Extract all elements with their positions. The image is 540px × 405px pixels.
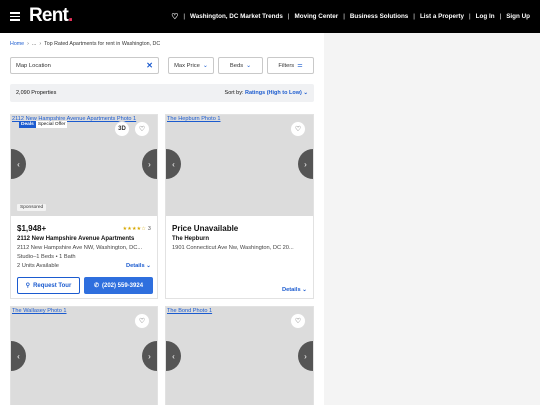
sort-dropdown[interactable]: Sort by: Ratings (High to Low) ⌄ [225,90,308,96]
request-tour-button[interactable]: ⚲ Request Tour [17,277,80,294]
nav-list-property[interactable]: List a Property [420,13,464,20]
breadcrumb-ellipsis[interactable]: ... [32,41,36,47]
clear-icon[interactable]: ✕ [146,61,153,70]
map-area[interactable] [324,33,540,405]
listing-name[interactable]: 2112 New Hampshire Avenue Apartments [17,236,134,242]
details-link[interactable]: Details ⌄ [282,287,307,293]
listing-photo[interactable]: The Hepburn Photo 1 ♡ ‹ › [166,115,313,216]
chevron-left-icon[interactable]: ‹ [11,341,26,371]
photo-alt-text: The Hepburn Photo 1 [167,116,221,122]
header-nav: ♡ | Washington, DC Market Trends | Movin… [171,12,530,21]
photo-alt-text: The Bond Photo 1 [167,308,213,314]
sponsored-badge: Sponsored [17,204,47,211]
map-location-search[interactable]: Map Location ✕ [10,57,159,74]
chevron-left-icon[interactable]: ‹ [11,149,26,179]
chevron-right-icon: › [27,41,29,47]
beds-baths: Studio–1 Beds • 1 Bath [17,254,76,260]
listing-address: 2112 New Hampshire Ave NW, Washington, D… [17,245,143,251]
3d-tour-icon[interactable]: 3D [114,121,130,137]
listing-price: Price Unavailable [172,224,239,233]
chevron-right-icon[interactable]: › [298,341,313,371]
rent-logo[interactable]: Rent. [29,5,73,27]
chevron-left-icon[interactable]: ‹ [166,149,181,179]
beds-dropdown[interactable]: Beds ⌄ [218,57,263,74]
listing-price: $1,948+ [17,224,47,233]
sliders-icon: ⚌ [297,63,303,69]
max-price-label: Max Price [174,62,200,69]
favorites-heart-icon[interactable]: ♡ [171,12,178,21]
listing-name[interactable]: The Hepburn [172,236,209,242]
details-link[interactable]: Details ⌄ [126,263,151,269]
breadcrumb-home[interactable]: Home [10,41,24,47]
nav-log-in[interactable]: Log In [476,13,495,20]
search-placeholder: Map Location [16,63,51,69]
chevron-left-icon[interactable]: ‹ [166,341,181,371]
listing-card[interactable]: The Hepburn Photo 1 ♡ ‹ › Price Unavaila… [165,114,314,299]
listing-address: 1901 Connecticut Ave Nw, Washington, DC … [172,245,294,251]
property-count: 2,090 Properties [16,90,57,96]
breadcrumb-current: Top Rated Apartments for rent in Washing… [44,41,161,47]
person-icon: ⚲ [25,283,31,289]
nav-moving-center[interactable]: Moving Center [294,13,338,20]
listing-card[interactable]: The Wallasey Photo 1 ♡ ‹ › [10,306,158,405]
nav-sign-up[interactable]: Sign Up [506,13,530,20]
top-nav-bar: Rent. ♡ | Washington, DC Market Trends |… [0,0,540,33]
phone-button[interactable]: ✆ (202) 559-3924 [84,277,153,294]
deals-badge: Deals Special Offer [19,121,68,128]
breadcrumb: Home › ... › Top Rated Apartments for re… [10,41,160,47]
beds-label: Beds [229,62,244,69]
chevron-right-icon[interactable]: › [142,341,157,371]
heart-icon[interactable]: ♡ [290,121,306,137]
listing-photo[interactable]: The Bond Photo 1 ♡ ‹ › [166,307,313,405]
listing-photo[interactable]: 2112 New Hampshire Avenue Apartments Pho… [11,115,157,216]
chevron-down-icon: ⌄ [202,63,208,69]
max-price-dropdown[interactable]: Max Price ⌄ [168,57,214,74]
chevron-right-icon[interactable]: › [142,149,157,179]
rating-stars: ★★★★☆ 3 [122,226,151,232]
units-available: 2 Units Available [17,263,59,269]
photo-alt-text: The Wallasey Photo 1 [12,308,67,314]
heart-icon[interactable]: ♡ [134,121,150,137]
results-bar: 2,090 Properties Sort by: Ratings (High … [10,84,314,102]
filters-label: Filters [278,62,295,69]
phone-icon: ✆ [93,283,99,289]
heart-icon[interactable]: ♡ [134,313,150,329]
listing-card[interactable]: 2112 New Hampshire Avenue Apartments Pho… [10,114,158,299]
chevron-down-icon: ⌄ [246,63,252,69]
nav-business-solutions[interactable]: Business Solutions [350,13,408,20]
chevron-right-icon[interactable]: › [298,149,313,179]
nav-market-trends[interactable]: Washington, DC Market Trends [190,13,283,20]
menu-icon[interactable] [10,12,20,21]
filters-button[interactable]: Filters ⚌ [267,57,314,74]
chevron-right-icon: › [39,41,42,47]
listing-photo[interactable]: The Wallasey Photo 1 ♡ ‹ › [11,307,157,405]
heart-icon[interactable]: ♡ [290,313,306,329]
listing-card[interactable]: The Bond Photo 1 ♡ ‹ › [165,306,314,405]
